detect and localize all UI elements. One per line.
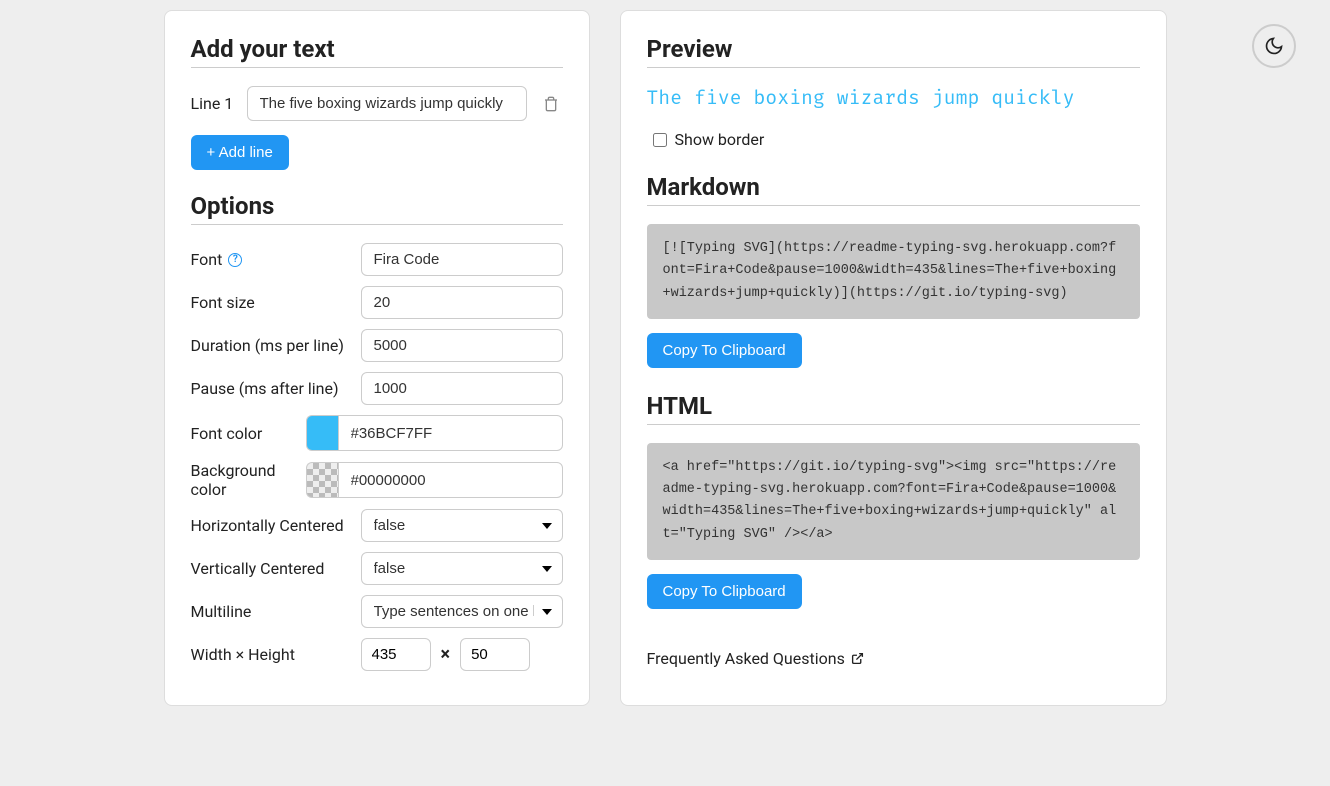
bg-color-label: Background color <box>191 461 306 499</box>
line-1-label: Line 1 <box>191 94 235 113</box>
pause-label: Pause (ms after line) <box>191 379 361 398</box>
show-border-label: Show border <box>675 130 765 149</box>
bg-color-input[interactable] <box>338 462 563 498</box>
duration-input[interactable] <box>361 329 563 362</box>
markdown-code[interactable]: [![Typing SVG](https://readme-typing-svg… <box>647 224 1140 319</box>
multiline-select[interactable]: Type sentences on one line <box>361 595 563 628</box>
times-symbol: × <box>441 644 451 665</box>
copy-html-button[interactable]: Copy To Clipboard <box>647 574 802 609</box>
pause-input[interactable] <box>361 372 563 405</box>
height-input[interactable] <box>460 638 530 671</box>
font-color-input[interactable] <box>338 415 563 451</box>
html-code[interactable]: <a href="https://git.io/typing-svg"><img… <box>647 443 1140 560</box>
theme-toggle-button[interactable] <box>1252 24 1296 68</box>
width-input[interactable] <box>361 638 431 671</box>
duration-label: Duration (ms per line) <box>191 336 361 355</box>
hcenter-label: Horizontally Centered <box>191 516 361 535</box>
config-panel: Add your text Line 1 + Add line Options … <box>164 10 590 706</box>
bg-color-swatch[interactable] <box>306 462 338 498</box>
moon-icon <box>1264 36 1284 56</box>
font-input[interactable] <box>361 243 563 276</box>
line-1-input[interactable] <box>247 86 527 121</box>
dimensions-label: Width × Height <box>191 645 361 664</box>
vcenter-label: Vertically Centered <box>191 559 361 578</box>
vcenter-select[interactable]: false <box>361 552 563 585</box>
add-line-button[interactable]: + Add line <box>191 135 289 170</box>
preview-heading: Preview <box>647 35 1140 68</box>
markdown-heading: Markdown <box>647 173 1140 206</box>
font-label: Font ? <box>191 250 361 269</box>
hcenter-select[interactable]: false <box>361 509 563 542</box>
options-heading: Options <box>191 192 563 225</box>
font-color-swatch[interactable] <box>306 415 338 451</box>
copy-markdown-button[interactable]: Copy To Clipboard <box>647 333 802 368</box>
delete-line-button[interactable] <box>539 92 563 116</box>
faq-link[interactable]: Frequently Asked Questions <box>647 649 1140 668</box>
external-link-icon <box>851 652 864 665</box>
multiline-label: Multiline <box>191 602 361 621</box>
line-row-1: Line 1 <box>191 86 563 121</box>
add-text-heading: Add your text <box>191 35 563 68</box>
font-size-input[interactable] <box>361 286 563 319</box>
output-panel: Preview The five boxing wizards jump qui… <box>620 10 1167 706</box>
help-icon[interactable]: ? <box>228 253 242 267</box>
preview-text: The five boxing wizards jump quickly <box>647 86 1140 110</box>
show-border-checkbox[interactable] <box>653 133 667 147</box>
trash-icon <box>543 95 559 113</box>
font-color-label: Font color <box>191 424 306 443</box>
html-heading: HTML <box>647 392 1140 425</box>
font-size-label: Font size <box>191 293 361 312</box>
